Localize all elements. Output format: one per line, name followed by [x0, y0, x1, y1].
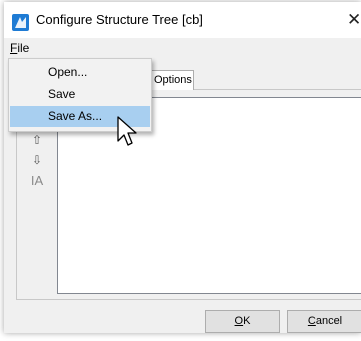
ok-button[interactable]: OK — [205, 310, 280, 333]
menu-item-save-as-label: Save As... — [48, 109, 103, 123]
menu-item-save[interactable]: Save — [10, 84, 150, 105]
ok-mnemonic: O — [234, 315, 244, 327]
app-logo-icon — [12, 14, 29, 31]
window-title: Configure Structure Tree [cb] — [36, 12, 203, 27]
ok-label: K — [243, 315, 251, 327]
cancel-label: ancel — [315, 315, 343, 327]
close-icon[interactable]: ✕ — [347, 10, 361, 30]
menu-item-open[interactable]: Open... — [10, 62, 150, 83]
menu-item-open-label: Open... — [48, 65, 88, 79]
mouse-cursor-icon — [117, 116, 137, 146]
cancel-mnemonic: C — [307, 315, 316, 327]
menu-bar — [4, 38, 361, 58]
move-down-icon[interactable]: ⇩ — [30, 153, 44, 167]
cancel-button[interactable]: Cancel — [287, 310, 361, 333]
menu-item-save-label: Save — [48, 87, 76, 101]
menu-file[interactable]: File — [10, 41, 29, 55]
rename-icon[interactable]: IA — [28, 174, 46, 188]
tab-options[interactable]: Options — [150, 70, 194, 90]
move-up-icon[interactable]: ⇧ — [30, 133, 44, 147]
tab-options-label: Options — [154, 74, 192, 86]
menu-file-label: ile — [17, 41, 30, 55]
